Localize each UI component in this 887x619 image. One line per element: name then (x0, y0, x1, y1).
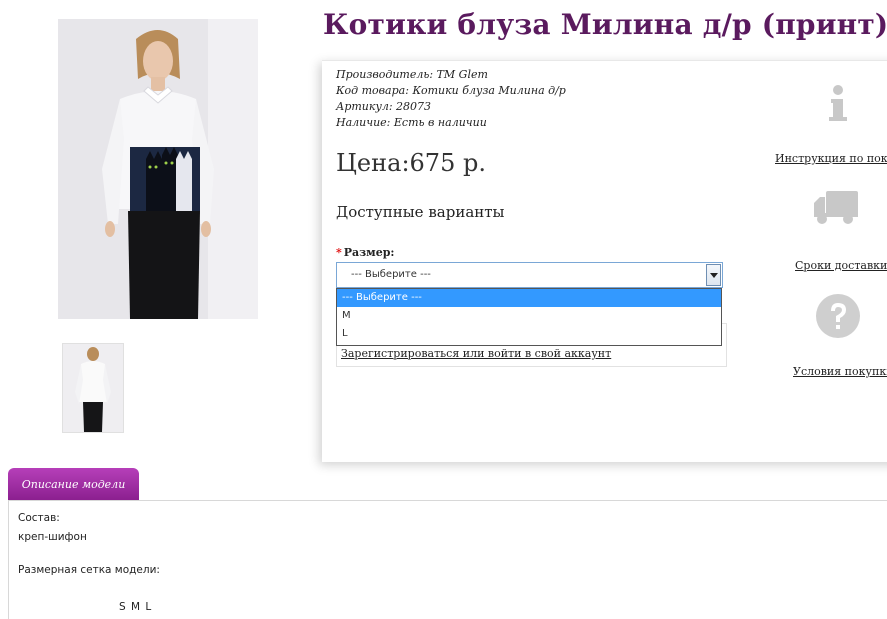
question-icon[interactable] (815, 293, 861, 339)
stock-row: Наличие: Есть в наличии (336, 115, 566, 131)
product-meta: Производитель: ТМ Glem Код товара: Котик… (336, 67, 566, 131)
product-info-panel: Производитель: ТМ Glem Код товара: Котик… (322, 60, 887, 462)
size-option[interactable]: L (337, 325, 721, 343)
chevron-down-icon[interactable] (706, 264, 721, 286)
stock-value: Есть в наличии (393, 116, 487, 129)
delivery-link[interactable]: Сроки доставки (795, 259, 887, 272)
article-row: Артикул: 28073 (336, 99, 566, 115)
article-value: 28073 (396, 100, 432, 113)
size-select-value: --- Выберите --- (351, 269, 431, 280)
description-border (8, 501, 9, 619)
instructions-link[interactable]: Инструкция по покупке (775, 152, 887, 165)
manufacturer-row: Производитель: ТМ Glem (336, 67, 566, 83)
product-code-value: Котики блуза Милина д/р (412, 84, 566, 97)
size-option[interactable]: --- Выберите --- (337, 289, 721, 307)
product-title: Котики блуза Милина д/р (принт) (323, 8, 887, 41)
manufacturer-value: ТМ Glem (436, 68, 488, 81)
product-main-image[interactable] (58, 19, 258, 319)
purchase-terms-link[interactable]: Условия покупки (793, 365, 887, 378)
manufacturer-label: Производитель: (336, 68, 434, 81)
login-register-link[interactable]: Зарегистрироваться или войти в свой акка… (341, 347, 611, 360)
truck-icon[interactable] (812, 185, 864, 231)
size-select[interactable]: --- Выберите --- (336, 262, 723, 288)
tab-divider (8, 500, 887, 501)
size-chart-label: Размерная сетка модели: (18, 564, 160, 576)
size-label-text: Размер: (343, 246, 395, 259)
product-price: Цена:675 р. (336, 149, 486, 177)
info-icon[interactable] (815, 78, 861, 124)
size-dropdown-list: --- Выберите --- M L (336, 288, 722, 346)
variants-heading: Доступные варианты (336, 203, 505, 221)
composition-value: креп-шифон (18, 531, 87, 543)
product-photo-illustration (58, 19, 258, 319)
tab-model-description[interactable]: Описание модели (8, 468, 139, 501)
thumbnail-illustration (63, 344, 123, 432)
size-chart-sizes: S M L (119, 601, 152, 613)
size-option[interactable]: M (337, 307, 721, 325)
product-code-label: Код товара: (336, 84, 409, 97)
article-label: Артикул: (336, 100, 393, 113)
stock-label: Наличие: (336, 116, 391, 129)
required-mark: * (336, 246, 342, 259)
composition-label: Состав: (18, 512, 60, 524)
size-label: * Размер: (336, 246, 395, 259)
product-code-row: Код товара: Котики блуза Милина д/р (336, 83, 566, 99)
product-thumbnail[interactable] (62, 343, 124, 433)
